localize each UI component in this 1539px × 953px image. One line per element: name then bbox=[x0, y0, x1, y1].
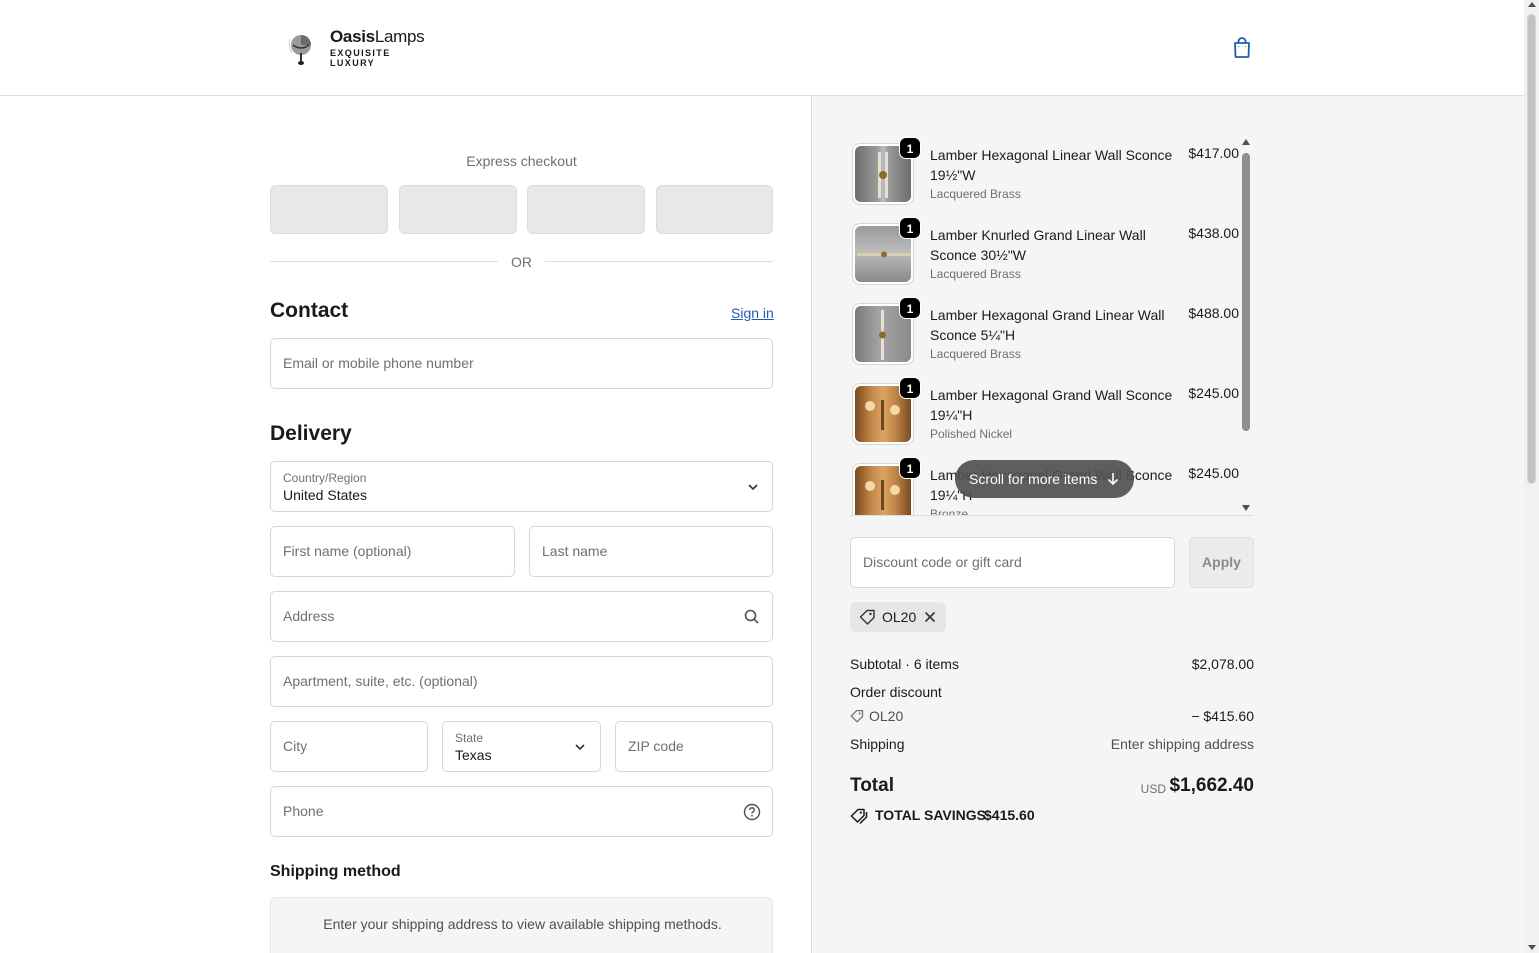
tags-icon bbox=[850, 808, 868, 824]
apply-discount-button[interactable]: Apply bbox=[1189, 537, 1254, 588]
arrow-down-icon bbox=[1107, 473, 1119, 486]
shipping-method-notice: Enter your shipping address to view avai… bbox=[270, 897, 773, 953]
item-variant: Lacquered Brass bbox=[930, 187, 1021, 201]
brand-tagline: EXQUISITE LUXURY bbox=[330, 48, 391, 68]
item-price: $245.00 bbox=[1188, 465, 1239, 481]
item-price: $488.00 bbox=[1188, 305, 1239, 321]
express-pay-button-3[interactable] bbox=[527, 185, 645, 234]
page-scrollbar-thumb[interactable] bbox=[1527, 14, 1536, 484]
item-name: Lamber Hexagonal Linear Wall Sconce 19½"… bbox=[930, 147, 1173, 183]
currency-code: USD bbox=[1140, 782, 1166, 796]
total-amount: $1,662.40 bbox=[1169, 775, 1254, 796]
quantity-badge: 1 bbox=[899, 217, 921, 239]
shipping-method-heading: Shipping method bbox=[270, 863, 401, 880]
cart-item: 1 Lamber Hexagonal Grand Linear Wall Sco… bbox=[850, 297, 1240, 377]
phone-field[interactable]: Phone bbox=[270, 786, 773, 837]
cart-items-scrollbar[interactable] bbox=[1240, 137, 1252, 515]
apartment-field[interactable]: Apartment, suite, etc. (optional) bbox=[270, 656, 773, 707]
help-icon[interactable] bbox=[743, 803, 761, 821]
cart-items-scrollbar-thumb[interactable] bbox=[1242, 153, 1250, 431]
tag-icon bbox=[859, 609, 875, 625]
item-name: Lamber Hexagonal Grand Linear Wall Sconc… bbox=[930, 307, 1165, 343]
chevron-down-icon bbox=[748, 484, 758, 491]
express-pay-button-2[interactable] bbox=[399, 185, 517, 234]
cart-item: 1 Lamber Knurled Grand Linear Wall Sconc… bbox=[850, 217, 1240, 297]
item-price: $245.00 bbox=[1188, 385, 1239, 401]
state-select[interactable]: State Texas bbox=[442, 721, 601, 772]
search-icon bbox=[744, 609, 759, 624]
lamp-logo-icon bbox=[284, 29, 318, 67]
express-pay-button-4[interactable] bbox=[656, 185, 773, 234]
item-name: Lamber Hexagonal Grand Wall Sconce 19¼"H bbox=[930, 387, 1173, 423]
country-select[interactable]: Country/Region United States bbox=[270, 461, 773, 512]
shopping-bag-icon[interactable] bbox=[1230, 36, 1254, 60]
delivery-heading: Delivery bbox=[270, 422, 352, 445]
quantity-badge: 1 bbox=[899, 137, 921, 159]
address-field[interactable]: Address bbox=[270, 591, 773, 642]
quantity-badge: 1 bbox=[899, 377, 921, 399]
site-header: OasisLamps EXQUISITE LUXURY bbox=[0, 0, 1524, 96]
item-price: $438.00 bbox=[1188, 225, 1239, 241]
item-price: $417.00 bbox=[1188, 145, 1239, 161]
express-pay-button-1[interactable] bbox=[270, 185, 388, 234]
quantity-badge: 1 bbox=[899, 297, 921, 319]
item-variant: Lacquered Brass bbox=[930, 267, 1021, 281]
first-name-field[interactable]: First name (optional) bbox=[270, 526, 515, 577]
chevron-down-icon bbox=[575, 744, 585, 751]
scroll-for-more-button[interactable]: Scroll for more items bbox=[955, 460, 1134, 498]
discount-code-input[interactable]: Discount code or gift card bbox=[850, 537, 1175, 588]
city-field[interactable]: City bbox=[270, 721, 428, 772]
total-label: Total bbox=[850, 775, 894, 796]
item-variant: Bronze bbox=[930, 507, 969, 516]
brand-name: OasisLamps bbox=[330, 27, 425, 46]
zip-code-field[interactable]: ZIP code bbox=[615, 721, 773, 772]
item-variant: Polished Nickel bbox=[930, 427, 1013, 441]
cart-item: 1 Lamber Hexagonal Linear Wall Sconce 19… bbox=[850, 137, 1240, 217]
brand-logo[interactable]: OasisLamps EXQUISITE LUXURY bbox=[284, 27, 425, 68]
quantity-badge: 1 bbox=[899, 457, 921, 479]
express-checkout-label: Express checkout bbox=[466, 153, 577, 169]
page-scrollbar[interactable] bbox=[1524, 0, 1539, 953]
or-divider: OR bbox=[270, 252, 773, 272]
item-name: Lamber Knurled Grand Linear Wall Sconce … bbox=[930, 227, 1146, 263]
sign-in-link[interactable]: Sign in bbox=[731, 305, 774, 321]
applied-discount-chip: OL20 bbox=[850, 602, 946, 632]
tag-icon bbox=[850, 709, 864, 723]
cart-item: 1 Lamber Hexagonal Grand Wall Sconce 19¼… bbox=[850, 377, 1240, 457]
email-field[interactable]: Email or mobile phone number bbox=[270, 338, 773, 389]
contact-heading: Contact bbox=[270, 299, 349, 322]
remove-discount-icon[interactable] bbox=[923, 610, 937, 624]
item-variant: Lacquered Brass bbox=[930, 347, 1021, 361]
last-name-field[interactable]: Last name bbox=[529, 526, 773, 577]
